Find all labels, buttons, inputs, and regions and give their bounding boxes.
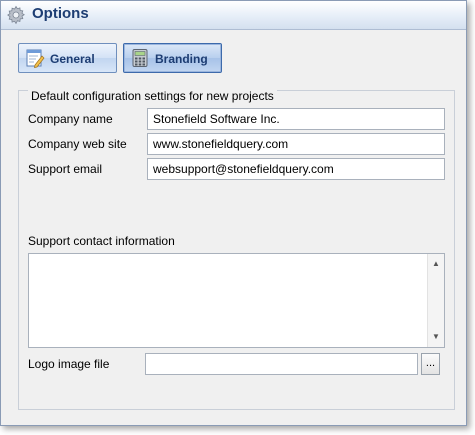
form-edit-icon	[25, 48, 45, 68]
scroll-down-arrow-icon[interactable]: ▼	[428, 329, 444, 345]
scroll-up-arrow-icon[interactable]: ▲	[428, 256, 444, 272]
window-title: Options	[32, 5, 89, 22]
title-bar: Options	[1, 1, 466, 30]
support-contact-textarea[interactable]: ▲ ▼	[28, 253, 445, 348]
company-name-label: Company name	[28, 112, 113, 126]
company-name-field[interactable]: Stonefield Software Inc.	[147, 108, 445, 130]
tab-branding[interactable]: Branding	[123, 43, 222, 73]
groupbox-caption: Default configuration settings for new p…	[28, 89, 277, 103]
company-web-site-field[interactable]: www.stonefieldquery.com	[147, 133, 445, 155]
tab-branding-label: Branding	[155, 52, 208, 66]
calculator-icon	[130, 48, 150, 68]
logo-image-file-field[interactable]	[145, 353, 418, 375]
support-email-field[interactable]: websupport@stonefieldquery.com	[147, 158, 445, 180]
tab-general-label: General	[50, 52, 95, 66]
support-email-label: Support email	[28, 162, 103, 176]
tab-general[interactable]: General	[18, 43, 117, 73]
company-web-site-label: Company web site	[28, 137, 127, 151]
browse-button[interactable]: ...	[421, 353, 440, 375]
options-window: Options General Branding Default configu…	[0, 0, 467, 426]
logo-image-file-label: Logo image file	[28, 357, 110, 371]
gear-icon	[6, 5, 26, 25]
support-contact-label: Support contact information	[28, 234, 175, 248]
vertical-scrollbar[interactable]: ▲ ▼	[427, 254, 444, 347]
